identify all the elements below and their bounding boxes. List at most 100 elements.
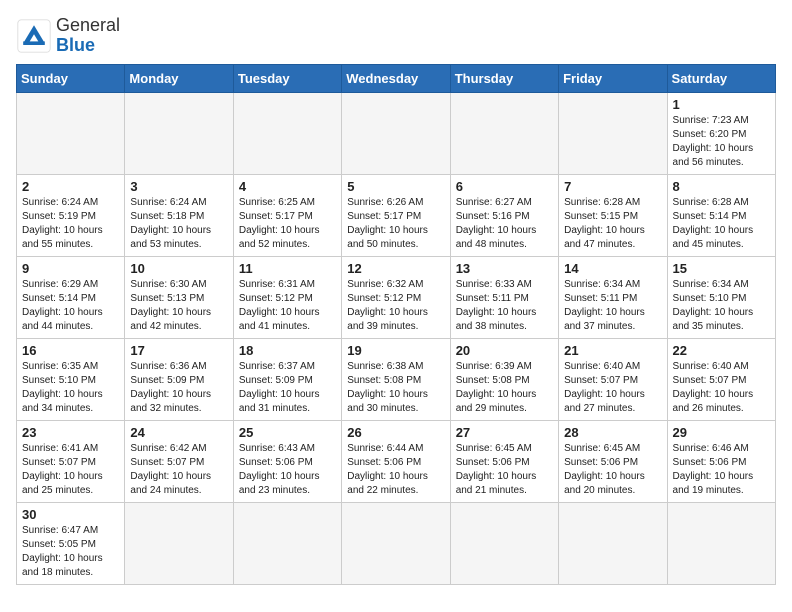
calendar-cell [125, 92, 233, 174]
calendar-cell: 24 Sunrise: 6:42 AM Sunset: 5:07 PM Dayli… [125, 420, 233, 502]
page-header: General Blue [16, 16, 776, 56]
day-info: Sunrise: 6:30 AM Sunset: 5:13 PM Dayligh… [130, 278, 227, 334]
calendar-week-4: 16 Sunrise: 6:35 AM Sunset: 5:10 PM Dayli… [17, 338, 776, 420]
day-info: Sunrise: 6:34 AM Sunset: 5:11 PM Dayligh… [564, 278, 661, 334]
day-info: Sunrise: 6:39 AM Sunset: 5:08 PM Dayligh… [456, 360, 553, 416]
day-info: Sunrise: 6:36 AM Sunset: 5:09 PM Dayligh… [130, 360, 227, 416]
day-info: Sunrise: 6:47 AM Sunset: 5:05 PM Dayligh… [22, 524, 119, 580]
calendar-cell: 5 Sunrise: 6:26 AM Sunset: 5:17 PM Daylig… [342, 174, 450, 256]
day-number: 28 [564, 425, 661, 440]
calendar-week-6: 30 Sunrise: 6:47 AM Sunset: 5:05 PM Dayli… [17, 502, 776, 584]
logo-blue: Blue [56, 35, 95, 55]
day-number: 18 [239, 343, 336, 358]
weekday-header-tuesday: Tuesday [233, 64, 341, 92]
day-info: Sunrise: 6:45 AM Sunset: 5:06 PM Dayligh… [456, 442, 553, 498]
day-number: 17 [130, 343, 227, 358]
day-info: Sunrise: 6:24 AM Sunset: 5:19 PM Dayligh… [22, 196, 119, 252]
calendar-cell: 14 Sunrise: 6:34 AM Sunset: 5:11 PM Dayli… [559, 256, 667, 338]
calendar-cell [17, 92, 125, 174]
calendar-table: SundayMondayTuesdayWednesdayThursdayFrid… [16, 64, 776, 585]
calendar-cell [667, 502, 775, 584]
day-number: 4 [239, 179, 336, 194]
day-info: Sunrise: 6:44 AM Sunset: 5:06 PM Dayligh… [347, 442, 444, 498]
calendar-cell [233, 502, 341, 584]
calendar-cell [450, 92, 558, 174]
day-number: 1 [673, 97, 770, 112]
day-number: 12 [347, 261, 444, 276]
calendar-cell: 16 Sunrise: 6:35 AM Sunset: 5:10 PM Dayli… [17, 338, 125, 420]
day-info: Sunrise: 6:32 AM Sunset: 5:12 PM Dayligh… [347, 278, 444, 334]
calendar-week-2: 2Sunrise: 6:24 AM Sunset: 5:19 PM Daylig… [17, 174, 776, 256]
calendar-week-1: 1 Sunrise: 7:23 AM Sunset: 6:20 PM Daylig… [17, 92, 776, 174]
calendar-cell: 7Sunrise: 6:28 AM Sunset: 5:15 PM Daylig… [559, 174, 667, 256]
calendar-cell: 17 Sunrise: 6:36 AM Sunset: 5:09 PM Dayli… [125, 338, 233, 420]
day-number: 6 [456, 179, 553, 194]
calendar-cell: 4 Sunrise: 6:25 AM Sunset: 5:17 PM Daylig… [233, 174, 341, 256]
calendar-cell: 19 Sunrise: 6:38 AM Sunset: 5:08 PM Dayli… [342, 338, 450, 420]
day-number: 21 [564, 343, 661, 358]
weekday-header-monday: Monday [125, 64, 233, 92]
day-number: 23 [22, 425, 119, 440]
day-info: Sunrise: 6:42 AM Sunset: 5:07 PM Dayligh… [130, 442, 227, 498]
calendar-cell: 13 Sunrise: 6:33 AM Sunset: 5:11 PM Dayli… [450, 256, 558, 338]
calendar-cell: 26 Sunrise: 6:44 AM Sunset: 5:06 PM Dayli… [342, 420, 450, 502]
calendar-cell: 25Sunrise: 6:43 AM Sunset: 5:06 PM Dayli… [233, 420, 341, 502]
calendar-cell [559, 92, 667, 174]
calendar-cell: 21 Sunrise: 6:40 AM Sunset: 5:07 PM Dayli… [559, 338, 667, 420]
day-number: 10 [130, 261, 227, 276]
calendar-cell: 30 Sunrise: 6:47 AM Sunset: 5:05 PM Dayli… [17, 502, 125, 584]
day-info: Sunrise: 6:31 AM Sunset: 5:12 PM Dayligh… [239, 278, 336, 334]
calendar-cell [450, 502, 558, 584]
day-number: 30 [22, 507, 119, 522]
calendar-cell: 28 Sunrise: 6:45 AM Sunset: 5:06 PM Dayli… [559, 420, 667, 502]
day-info: Sunrise: 6:40 AM Sunset: 5:07 PM Dayligh… [564, 360, 661, 416]
day-info: Sunrise: 6:35 AM Sunset: 5:10 PM Dayligh… [22, 360, 119, 416]
calendar-cell: 27Sunrise: 6:45 AM Sunset: 5:06 PM Dayli… [450, 420, 558, 502]
day-info: Sunrise: 7:23 AM Sunset: 6:20 PM Dayligh… [673, 114, 770, 170]
calendar-cell: 2Sunrise: 6:24 AM Sunset: 5:19 PM Daylig… [17, 174, 125, 256]
day-number: 20 [456, 343, 553, 358]
calendar-cell: 12 Sunrise: 6:32 AM Sunset: 5:12 PM Dayli… [342, 256, 450, 338]
day-number: 13 [456, 261, 553, 276]
calendar-cell [342, 502, 450, 584]
logo-icon [16, 18, 52, 54]
weekday-header-saturday: Saturday [667, 64, 775, 92]
day-info: Sunrise: 6:25 AM Sunset: 5:17 PM Dayligh… [239, 196, 336, 252]
weekday-header-sunday: Sunday [17, 64, 125, 92]
day-number: 14 [564, 261, 661, 276]
calendar-cell: 29 Sunrise: 6:46 AM Sunset: 5:06 PM Dayli… [667, 420, 775, 502]
calendar-cell: 20 Sunrise: 6:39 AM Sunset: 5:08 PM Dayli… [450, 338, 558, 420]
day-number: 24 [130, 425, 227, 440]
day-number: 8 [673, 179, 770, 194]
calendar-cell: 3Sunrise: 6:24 AM Sunset: 5:18 PM Daylig… [125, 174, 233, 256]
day-number: 19 [347, 343, 444, 358]
weekday-header-wednesday: Wednesday [342, 64, 450, 92]
calendar-cell: 23Sunrise: 6:41 AM Sunset: 5:07 PM Dayli… [17, 420, 125, 502]
day-number: 15 [673, 261, 770, 276]
day-info: Sunrise: 6:37 AM Sunset: 5:09 PM Dayligh… [239, 360, 336, 416]
day-info: Sunrise: 6:27 AM Sunset: 5:16 PM Dayligh… [456, 196, 553, 252]
logo: General Blue [16, 16, 120, 56]
calendar-week-5: 23Sunrise: 6:41 AM Sunset: 5:07 PM Dayli… [17, 420, 776, 502]
day-number: 26 [347, 425, 444, 440]
day-info: Sunrise: 6:38 AM Sunset: 5:08 PM Dayligh… [347, 360, 444, 416]
calendar-cell [233, 92, 341, 174]
day-info: Sunrise: 6:40 AM Sunset: 5:07 PM Dayligh… [673, 360, 770, 416]
day-number: 16 [22, 343, 119, 358]
day-number: 29 [673, 425, 770, 440]
day-info: Sunrise: 6:33 AM Sunset: 5:11 PM Dayligh… [456, 278, 553, 334]
day-number: 5 [347, 179, 444, 194]
day-info: Sunrise: 6:46 AM Sunset: 5:06 PM Dayligh… [673, 442, 770, 498]
day-info: Sunrise: 6:34 AM Sunset: 5:10 PM Dayligh… [673, 278, 770, 334]
day-number: 3 [130, 179, 227, 194]
day-info: Sunrise: 6:26 AM Sunset: 5:17 PM Dayligh… [347, 196, 444, 252]
calendar-cell: 10 Sunrise: 6:30 AM Sunset: 5:13 PM Dayli… [125, 256, 233, 338]
calendar-cell: 15 Sunrise: 6:34 AM Sunset: 5:10 PM Dayli… [667, 256, 775, 338]
day-number: 9 [22, 261, 119, 276]
day-number: 22 [673, 343, 770, 358]
day-info: Sunrise: 6:28 AM Sunset: 5:14 PM Dayligh… [673, 196, 770, 252]
logo-text: General Blue [56, 16, 120, 56]
day-info: Sunrise: 6:45 AM Sunset: 5:06 PM Dayligh… [564, 442, 661, 498]
logo-general: General [56, 15, 120, 35]
calendar-cell: 18 Sunrise: 6:37 AM Sunset: 5:09 PM Dayli… [233, 338, 341, 420]
